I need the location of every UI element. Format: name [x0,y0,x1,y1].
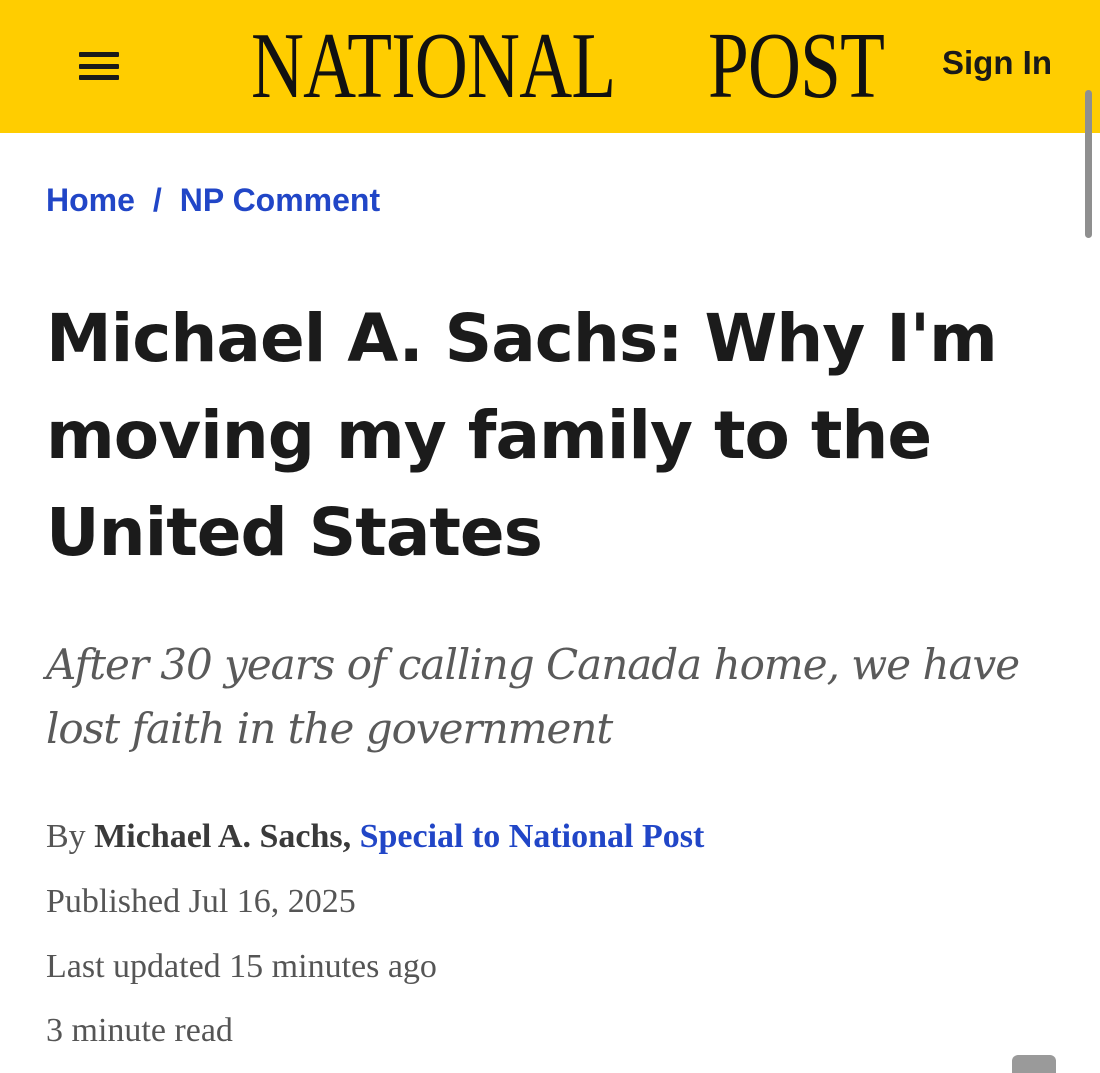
floating-action-button[interactable] [1012,1055,1056,1073]
article-headline: Michael A. Sachs: Why I'm moving my fami… [46,300,998,571]
updated-value: 15 minutes ago [229,948,437,985]
published-value: Jul 16, 2025 [188,883,356,920]
hamburger-menu-icon[interactable] [76,46,122,86]
article-byline: By Michael A. Sachs, Special to National… [46,818,704,856]
byline-prefix: By [46,818,86,855]
last-updated: Last updated 15 minutes ago [46,948,437,986]
scrollbar-thumb[interactable] [1085,90,1092,238]
national-post-logo[interactable]: NATIONAL POST [251,14,885,118]
read-time: 3 minute read [46,1012,233,1049]
breadcrumb: Home / NP Comment [46,182,380,219]
site-header: NATIONAL POST Sign In [0,0,1100,133]
published-date: Published Jul 16, 2025 [46,883,356,921]
menu-bar [79,63,119,69]
author-name: Michael A. Sachs, [94,818,352,855]
updated-label: Last updated [46,948,221,985]
published-label: Published [46,883,181,920]
logo-word-post: POST [708,14,885,118]
logo-word-national: NATIONAL [251,14,616,118]
breadcrumb-separator: / [152,182,162,218]
author-affiliation-link[interactable]: Special to National Post [360,818,705,855]
breadcrumb-section-link[interactable]: NP Comment [180,182,380,218]
menu-bar [79,52,119,57]
article-deck: After 30 years of calling Canada home, w… [46,640,1020,753]
sign-in-button[interactable]: Sign In [942,44,1052,82]
menu-bar [79,75,119,80]
breadcrumb-home-link[interactable]: Home [46,182,135,218]
